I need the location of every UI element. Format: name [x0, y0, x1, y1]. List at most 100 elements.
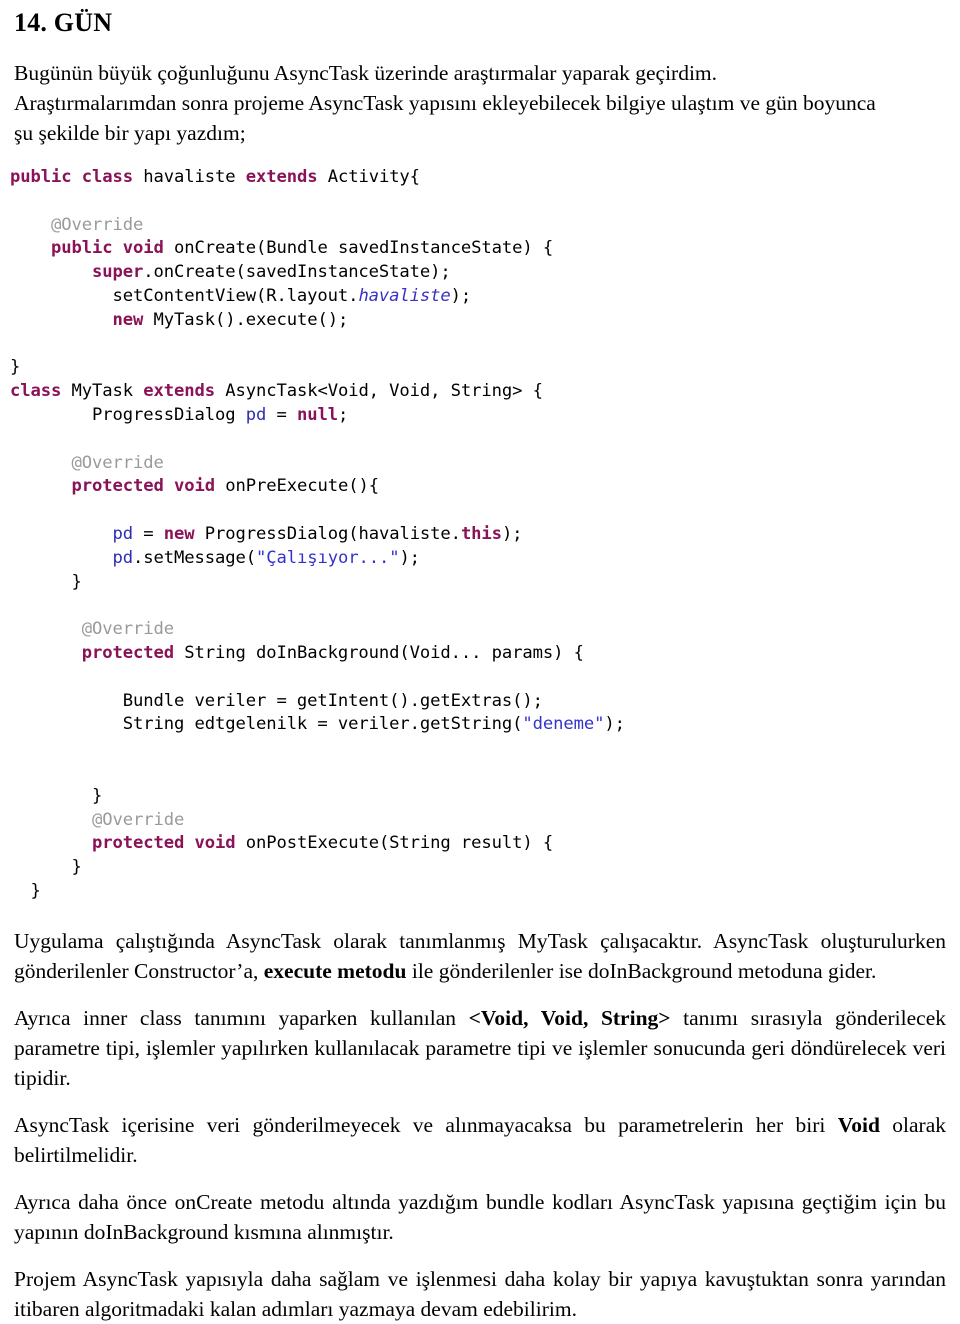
code-line: }	[10, 856, 960, 880]
explanation-paragraphs: Uygulama çalıştığında AsyncTask olarak t…	[14, 926, 946, 1324]
code-token: void	[194, 833, 246, 854]
body-text: AsyncTask içerisine veri gönderilmeyecek…	[14, 1112, 838, 1137]
code-line: @Override	[10, 452, 960, 476]
emphasis-text: Void	[837, 1112, 880, 1137]
page-title: 14. GÜN	[14, 8, 113, 37]
code-token: .onCreate(savedInstanceState);	[143, 262, 451, 283]
code-token: onPostExecute(String result) {	[245, 833, 554, 854]
code-token: new	[112, 309, 154, 330]
code-line: }	[10, 785, 960, 809]
java-code-block: public class havaliste extends Activity{…	[10, 166, 960, 904]
code-token: );	[604, 714, 625, 735]
code-line: @Override	[10, 618, 960, 642]
code-line: }	[10, 880, 960, 904]
code-token: extends	[245, 167, 328, 187]
code-token: Activity{	[327, 167, 420, 187]
code-token: );	[399, 547, 420, 568]
code-token: }	[10, 880, 41, 901]
code-token: );	[501, 523, 523, 544]
intro-line-2: Araştırmalarımdan sonra projeme AsyncTas…	[14, 91, 876, 115]
code-line: pd = new ProgressDialog(havaliste.this);	[10, 523, 960, 547]
code-token: pd	[112, 547, 133, 568]
code-token: String doInBackground(Void... params) {	[184, 642, 584, 663]
code-token: "deneme"	[522, 714, 605, 735]
code-line: Bundle veriler = getIntent().getExtras()…	[10, 690, 960, 714]
body-text: Ayrıca inner class tanımını yaparken kul…	[14, 1005, 469, 1030]
body-text: Ayrıca daha önce onCreate metodu altında…	[14, 1189, 946, 1244]
emphasis-text: execute metodu	[263, 958, 407, 983]
body-text: ile gönderilenler ise doInBackground met…	[406, 958, 877, 983]
code-token: }	[10, 785, 103, 806]
code-token: class	[10, 381, 72, 402]
code-token: protected	[71, 476, 174, 497]
code-line: }	[10, 356, 960, 380]
code-token: "Çalışıyor..."	[255, 547, 400, 568]
code-token: String edtgelenilk = veriler.getString(	[10, 714, 523, 735]
code-token: }	[10, 857, 82, 878]
code-token: havaliste	[358, 285, 451, 306]
code-token: null	[296, 404, 338, 425]
code-line: protected void onPreExecute(){	[10, 475, 960, 499]
code-line: String edtgelenilk = veriler.getString("…	[10, 713, 960, 737]
paragraph: Ayrıca daha önce onCreate metodu altında…	[14, 1187, 946, 1247]
code-token: onPreExecute(){	[225, 476, 379, 497]
body-text: Projem AsyncTask yapısıyla daha sağlam v…	[14, 1266, 946, 1321]
paragraph: Uygulama çalıştığında AsyncTask olarak t…	[14, 926, 946, 986]
code-token: @Override	[10, 452, 164, 473]
intro-line-1: Bugünün büyük çoğunluğunu AsyncTask üzer…	[14, 61, 718, 85]
code-token: ProgressDialog	[10, 404, 246, 425]
code-token: @Override	[10, 619, 174, 640]
code-token: havaliste	[143, 167, 246, 187]
code-token: onCreate(Bundle savedInstanceState) {	[173, 238, 554, 259]
code-token: super	[91, 262, 144, 283]
code-token: );	[450, 285, 472, 306]
code-token: pd	[112, 523, 133, 544]
paragraph: Projem AsyncTask yapısıyla daha sağlam v…	[14, 1264, 946, 1324]
code-token: Bundle veriler = getIntent().getExtras()…	[10, 690, 543, 711]
code-line: protected void onPostExecute(String resu…	[10, 832, 960, 856]
code-line: public class havaliste extends Activity{	[10, 166, 960, 190]
code-line: class MyTask extends AsyncTask<Void, Voi…	[10, 380, 960, 404]
code-token: .setMessage(	[132, 547, 256, 568]
code-line: super.onCreate(savedInstanceState);	[10, 261, 960, 285]
document-page: 14. GÜN Bugünün büyük çoğunluğunu AsyncT…	[0, 8, 960, 1321]
code-token: void	[122, 238, 174, 259]
code-token: public	[10, 167, 82, 187]
code-line: public void onCreate(Bundle savedInstanc…	[10, 237, 960, 261]
code-line: protected String doInBackground(Void... …	[10, 642, 960, 666]
paragraph: AsyncTask içerisine veri gönderilmeyecek…	[14, 1110, 946, 1170]
code-token: pd	[245, 404, 267, 425]
code-token: new	[163, 523, 205, 544]
emphasis-text: <Void, Void, String>	[468, 1005, 671, 1030]
code-token: =	[132, 523, 164, 544]
code-token: =	[266, 404, 297, 425]
code-token: protected	[91, 833, 195, 854]
code-line: setContentView(R.layout.havaliste);	[10, 285, 960, 309]
code-token: class	[81, 167, 144, 187]
code-token: MyTask	[71, 381, 144, 402]
code-token: MyTask().execute();	[153, 309, 349, 330]
intro-paragraph: Bugünün büyük çoğunluğunu AsyncTask üzer…	[14, 58, 946, 148]
paragraph: Ayrıca inner class tanımını yaparken kul…	[14, 1003, 946, 1093]
code-token: public	[51, 238, 123, 259]
code-line: pd.setMessage("Çalışıyor...");	[10, 547, 960, 571]
code-token: }	[10, 357, 21, 378]
code-line: @Override	[10, 809, 960, 833]
code-token: @Override	[10, 214, 144, 235]
intro-line-3: şu şekilde bir yapı yazdım;	[14, 121, 246, 145]
